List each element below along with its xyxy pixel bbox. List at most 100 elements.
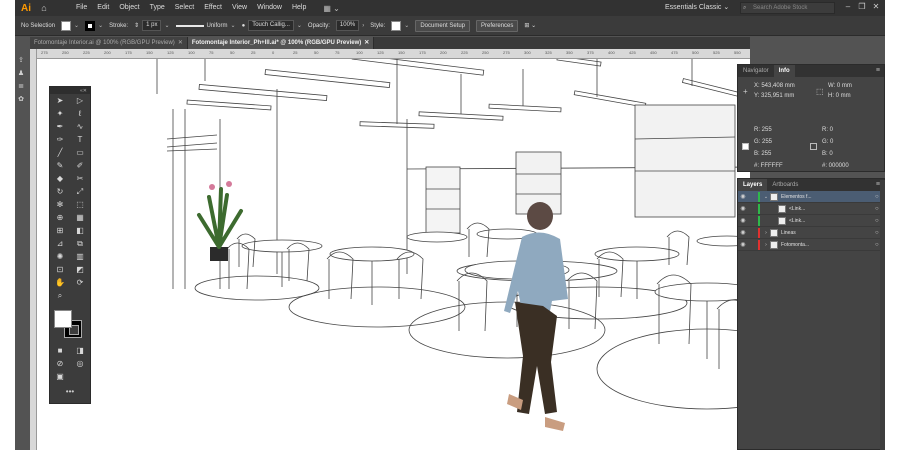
menu-window[interactable]: Window: [252, 0, 287, 16]
color-wheel-icon[interactable]: ✿: [18, 95, 24, 103]
tab-layers[interactable]: Layers: [738, 179, 768, 191]
twirl-icon[interactable]: ⌄: [762, 194, 770, 200]
blob-brush-tool-icon[interactable]: ✐: [73, 160, 87, 172]
stroke-label[interactable]: Stroke:: [109, 23, 128, 29]
mesh-tool-icon[interactable]: ⊞: [53, 225, 67, 237]
visibility-eye-icon[interactable]: ◉: [738, 217, 748, 224]
layers-icon[interactable]: ≣: [18, 82, 24, 90]
add-anchor-tool-icon[interactable]: ✑: [53, 134, 67, 146]
workspace-switcher[interactable]: Essentials Classic ⌄: [665, 0, 729, 16]
gradient-tool-icon[interactable]: ◧: [73, 225, 87, 237]
stroke-swatch[interactable]: [85, 20, 96, 31]
rotate-tool-icon[interactable]: ↻: [53, 186, 67, 198]
close-tab-icon[interactable]: ✕: [364, 40, 369, 46]
opacity-field[interactable]: 100% ›: [335, 20, 364, 31]
type-tool-icon[interactable]: T: [73, 134, 87, 146]
fill-color-box[interactable]: [54, 310, 72, 328]
fill-swatch[interactable]: [61, 20, 72, 31]
panel-menu-icon[interactable]: ≡: [876, 65, 880, 77]
stroke-color-control[interactable]: ⌄: [85, 20, 103, 31]
menu-help[interactable]: Help: [287, 0, 311, 16]
visibility-eye-icon[interactable]: ◉: [738, 229, 748, 236]
curvature-tool-icon[interactable]: ∿: [73, 121, 87, 133]
document-setup-button[interactable]: Document Setup: [415, 19, 471, 32]
tab-info[interactable]: Info: [773, 65, 795, 77]
column-graph-tool-icon[interactable]: ▥: [73, 251, 87, 263]
stroke-weight-field[interactable]: ⇕ 1 px ⌄: [134, 20, 170, 31]
brush-definition[interactable]: ● Touch Callig... ⌄: [242, 20, 302, 31]
layer-name[interactable]: Elementos f...: [781, 194, 875, 200]
tools-panel-header[interactable]: « ✕: [50, 87, 90, 94]
layer-row[interactable]: ◉ <Link... ○: [738, 203, 884, 215]
menu-view[interactable]: View: [227, 0, 252, 16]
screen-mode-icon[interactable]: ▣: [53, 371, 67, 383]
gradient-mode-icon[interactable]: ◨: [73, 345, 87, 357]
close-icon[interactable]: ✕: [83, 88, 87, 94]
stepper-icon[interactable]: ⇕: [134, 22, 139, 29]
layer-row[interactable]: ◉ ⌄ Elementos f... ○: [738, 191, 884, 203]
menu-effect[interactable]: Effect: [199, 0, 227, 16]
perspective-grid-tool-icon[interactable]: ▦: [73, 212, 87, 224]
eyedropper-tool-icon[interactable]: ⊿: [53, 238, 67, 250]
preferences-button[interactable]: Preferences: [476, 19, 519, 32]
visibility-eye-icon[interactable]: ◉: [738, 205, 748, 212]
selection-tool-icon[interactable]: ➤: [53, 95, 67, 107]
symbol-sprayer-tool-icon[interactable]: ✺: [53, 251, 67, 263]
chevron-down-icon[interactable]: ⌄: [74, 22, 79, 29]
minimize-icon[interactable]: –: [841, 0, 855, 14]
tab-document-1[interactable]: Fotomontaje Interior.ai @ 100% (RGB/GPU …: [30, 37, 188, 49]
lasso-tool-icon[interactable]: ℓ: [73, 108, 87, 120]
pen-tool-icon[interactable]: ✒: [53, 121, 67, 133]
graphic-style-swatch[interactable]: ⌄: [391, 20, 409, 31]
scissors-tool-icon[interactable]: ✂: [73, 173, 87, 185]
horizontal-ruler[interactable]: 275 250 225 200 175 150 125 100 75 50 25 0 25 50 75 100…: [37, 49, 750, 59]
tab-navigator[interactable]: Navigator: [738, 65, 774, 77]
paintbrush-tool-icon[interactable]: ✎: [53, 160, 67, 172]
rectangle-tool-icon[interactable]: ▭: [73, 147, 87, 159]
magic-wand-tool-icon[interactable]: ✦: [53, 108, 67, 120]
menu-file[interactable]: File: [71, 0, 92, 16]
slice-tool-icon[interactable]: ◩: [73, 264, 87, 276]
close-icon[interactable]: ✕: [869, 0, 883, 14]
restore-icon[interactable]: ❐: [855, 0, 869, 14]
draw-mode-icon[interactable]: ◎: [73, 358, 87, 370]
zoom-tool-icon[interactable]: ⌕: [53, 290, 67, 302]
menu-edit[interactable]: Edit: [92, 0, 114, 16]
menu-object[interactable]: Object: [114, 0, 144, 16]
color-mode-icon[interactable]: ■: [53, 345, 67, 357]
arrange-icon[interactable]: ⊞ ⌄: [524, 22, 536, 29]
visibility-eye-icon[interactable]: ◉: [738, 241, 748, 248]
home-icon[interactable]: ⌂: [37, 0, 51, 16]
chevron-down-icon[interactable]: ⌄: [98, 22, 103, 29]
stroke-profile[interactable]: Uniform ⌄: [175, 22, 236, 29]
none-mode-icon[interactable]: ⊘: [53, 358, 67, 370]
hand-tool-icon[interactable]: ✋: [53, 277, 67, 289]
layer-row[interactable]: ◉ › Fotomonta... ○: [738, 239, 884, 251]
visibility-eye-icon[interactable]: ◉: [738, 193, 748, 200]
artboard-canvas[interactable]: [37, 59, 750, 450]
free-transform-tool-icon[interactable]: ⬚: [73, 199, 87, 211]
puppet-warp-tool-icon[interactable]: ✻: [53, 199, 67, 211]
layer-row[interactable]: ◉ › Lineas ○: [738, 227, 884, 239]
blend-tool-icon[interactable]: ⧉: [73, 238, 87, 250]
more-tools-icon[interactable]: •••: [50, 387, 90, 396]
user-icon[interactable]: ♟: [18, 69, 24, 77]
close-tab-icon[interactable]: ✕: [178, 40, 183, 46]
rotate-view-tool-icon[interactable]: ⟳: [73, 277, 87, 289]
panel-scrollbar[interactable]: [880, 180, 885, 450]
layer-row[interactable]: ◉ <Link... ○: [738, 215, 884, 227]
layer-name[interactable]: Lineas: [781, 230, 875, 236]
vertical-ruler[interactable]: [30, 49, 37, 450]
artboard-tool-icon[interactable]: ⊡: [53, 264, 67, 276]
layer-name[interactable]: <Link...: [789, 218, 875, 224]
direct-selection-tool-icon[interactable]: ▷: [73, 95, 87, 107]
layer-name[interactable]: Fotomonta...: [781, 242, 875, 248]
twirl-icon[interactable]: ›: [762, 230, 770, 236]
tab-artboards[interactable]: Artboards: [767, 179, 803, 191]
arrange-documents-icon[interactable]: ▦ ⌄: [323, 4, 339, 13]
share-icon[interactable]: ⇪: [18, 56, 24, 64]
menu-select[interactable]: Select: [170, 0, 199, 16]
fill-control[interactable]: ⌄: [61, 20, 79, 31]
twirl-icon[interactable]: ›: [762, 242, 770, 248]
search-stock-input[interactable]: ⌕ Search Adobe Stock: [740, 2, 835, 14]
